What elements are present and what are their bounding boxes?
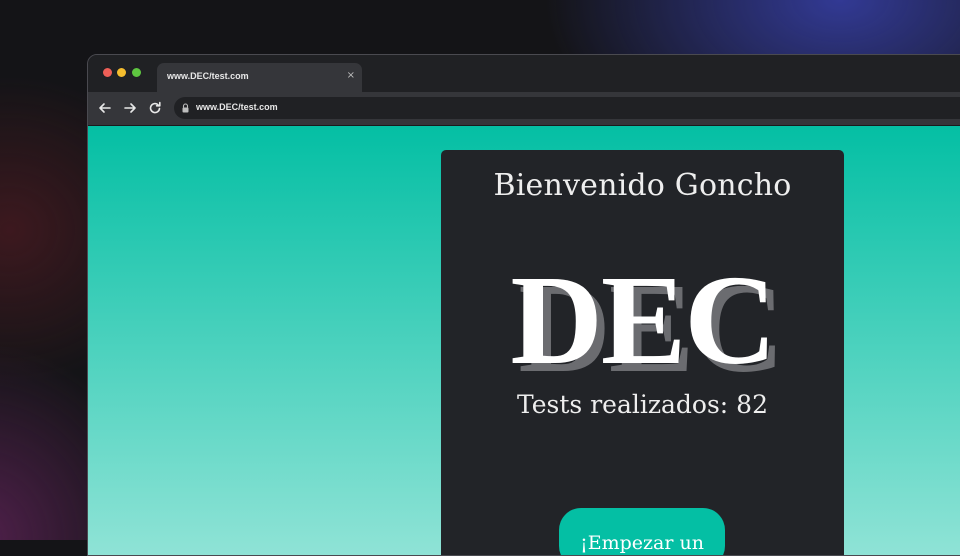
maximize-window-button[interactable] [132,68,141,77]
back-arrow-icon[interactable] [97,100,113,116]
tests-count: Tests realizados: 82 [517,390,768,419]
welcome-heading: Bienvenido Goncho [493,168,792,203]
close-icon[interactable]: × [347,70,355,82]
minimize-window-button[interactable] [117,68,126,77]
close-window-button[interactable] [103,68,112,77]
browser-window: www.DEC/test.com × www.DEC/test.com Bien… [87,54,960,556]
welcome-card: Bienvenido Goncho DEC Tests realizados: … [441,150,844,555]
lock-icon [182,103,189,113]
browser-toolbar: www.DEC/test.com [88,92,960,126]
address-bar[interactable]: www.DEC/test.com [174,97,960,119]
reload-icon[interactable] [147,100,163,116]
browser-tab[interactable]: www.DEC/test.com × [157,63,362,92]
title-bar: www.DEC/test.com × [88,55,960,92]
forward-arrow-icon[interactable] [122,100,138,116]
start-test-button[interactable]: ¡Empezar un [559,508,725,555]
url-text: www.DEC/test.com [196,102,278,112]
tab-title: www.DEC/test.com [167,71,249,81]
dec-logo: DEC [510,249,776,391]
page-viewport: Bienvenido Goncho DEC Tests realizados: … [88,126,960,555]
